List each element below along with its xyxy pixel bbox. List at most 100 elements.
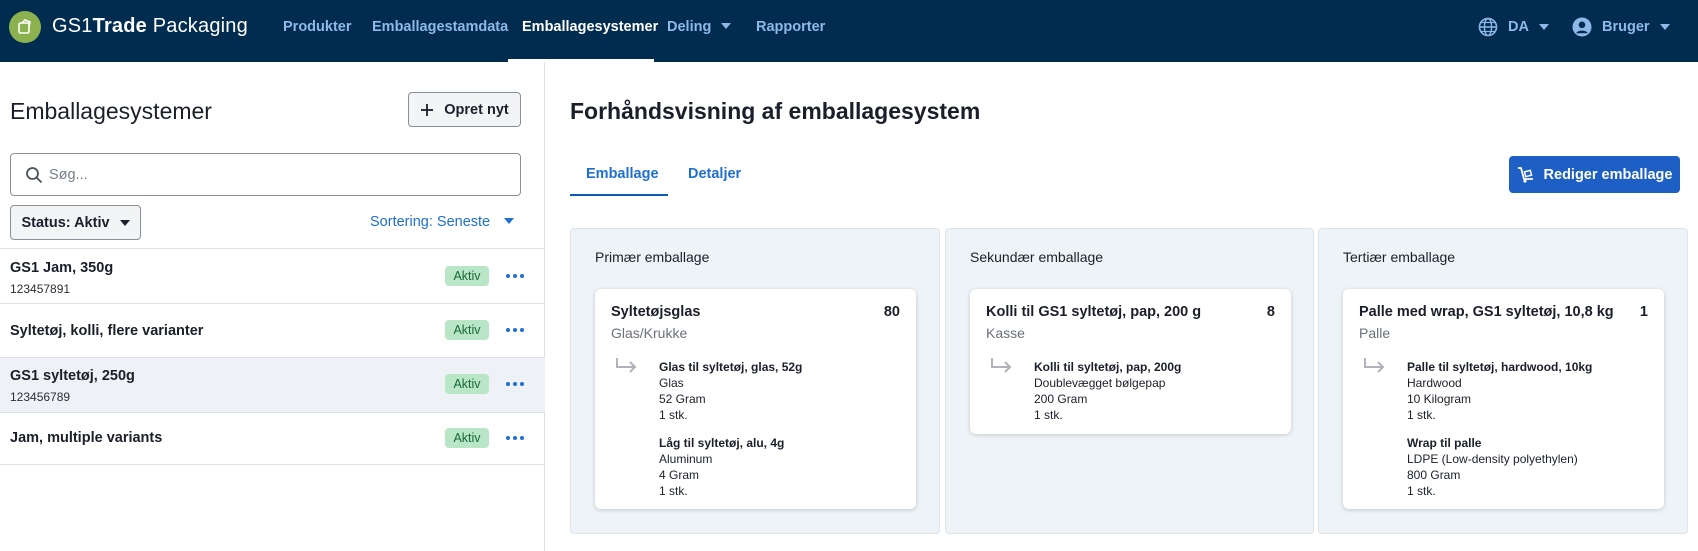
- brand-prefix: GS1: [52, 15, 93, 37]
- card-type: Palle: [1359, 325, 1391, 341]
- chevron-down-icon: [1538, 24, 1549, 30]
- edit-packaging-label: Rediger emballage: [1543, 166, 1673, 183]
- nav-deling[interactable]: Deling: [667, 19, 732, 35]
- card-title: Kolli til GS1 syltetøj, pap, 200 g: [986, 304, 1202, 320]
- active-tab-indicator: [570, 194, 668, 196]
- search-field[interactable]: [10, 153, 521, 196]
- component-weight: 10 Kilogram: [1407, 392, 1472, 406]
- packaging-card[interactable]: Kolli til GS1 syltetøj, pap, 200 g 8 Kas…: [970, 289, 1291, 434]
- globe-icon: [1478, 17, 1498, 37]
- list-divider: [0, 464, 545, 465]
- card-title: Palle med wrap, GS1 syltetøj, 10,8 kg: [1359, 304, 1614, 320]
- user-circle-icon: [1572, 17, 1592, 37]
- component-weight: 800 Gram: [1407, 468, 1461, 482]
- brand-suffix: Packaging: [146, 15, 248, 37]
- column-title: Sekundær emballage: [970, 249, 1104, 265]
- column-title: Tertiær emballage: [1343, 249, 1456, 265]
- packaging-card[interactable]: Syltetøjsglas 80 Glas/Krukke Glas til sy…: [595, 289, 916, 509]
- create-new-label: Opret nyt: [444, 101, 509, 118]
- item-title: Syltetøj, kolli, flere varianter: [10, 323, 204, 339]
- component-item: Wrap til palle LDPE (Low-density polyeth…: [1407, 435, 1578, 499]
- tertiary-packaging-column: Tertiær emballage Palle med wrap, GS1 sy…: [1318, 228, 1688, 534]
- tab-emballage[interactable]: Emballage: [586, 166, 659, 182]
- card-quantity: 8: [1266, 304, 1275, 320]
- ellipsis-icon[interactable]: [506, 266, 524, 286]
- sidebar-title: Emballagesystemer: [10, 98, 212, 124]
- packaging-card[interactable]: Palle med wrap, GS1 syltetøj, 10,8 kg 1 …: [1343, 289, 1664, 509]
- card-quantity: 1: [1639, 304, 1648, 320]
- item-title: GS1 syltetøj, 250g: [10, 368, 135, 384]
- arrow-return-icon: [616, 358, 637, 373]
- brand-bold: Trade: [92, 15, 147, 37]
- arrow-return-icon: [1364, 358, 1385, 373]
- component-material: LDPE (Low-density polyethylen): [1407, 452, 1578, 466]
- component-count: 1 stk.: [659, 484, 688, 498]
- status-badge: Aktiv: [445, 374, 489, 394]
- component-item: Låg til syltetøj, alu, 4g Aluminum 4 Gra…: [659, 435, 784, 499]
- component-name: Palle til syltetøj, hardwood, 10kg: [1407, 360, 1593, 374]
- nav-emballagesystemer[interactable]: Emballagesystemer: [522, 19, 658, 35]
- nav-deling-label: Deling: [667, 19, 712, 35]
- component-material: Aluminum: [659, 452, 713, 466]
- chevron-down-icon: [721, 23, 732, 29]
- language-label: DA: [1508, 19, 1529, 35]
- tab-detaljer[interactable]: Detaljer: [688, 166, 741, 182]
- search-input[interactable]: [49, 154, 509, 195]
- component-name: Kolli til syltetøj, pap, 200g: [1034, 360, 1182, 374]
- component-weight: 200 Gram: [1034, 392, 1088, 406]
- component-material: Glas: [659, 376, 684, 390]
- component-material: Doublevægget bølgepap: [1034, 376, 1166, 390]
- list-item[interactable]: GS1 Jam, 350g 123457891 Aktiv: [0, 249, 545, 303]
- chevron-down-icon: [1659, 24, 1670, 30]
- status-filter-button[interactable]: Status: Aktiv: [10, 205, 141, 240]
- column-title: Primær emballage: [595, 249, 710, 265]
- list-item[interactable]: Jam, multiple variants Aktiv: [0, 413, 545, 467]
- nav-emballagestamdata[interactable]: Emballagestamdata: [372, 19, 508, 35]
- plus-icon: [421, 103, 434, 116]
- top-navigation-bar: GS1Trade Packaging Produkter Emballagest…: [0, 0, 1698, 62]
- list-item[interactable]: GS1 syltetøj, 250g 123456789 Aktiv: [0, 358, 545, 412]
- ellipsis-icon[interactable]: [506, 428, 524, 448]
- component-count: 1 stk.: [1407, 408, 1436, 422]
- component-name: Glas til syltetøj, glas, 52g: [659, 360, 803, 374]
- sort-dropdown[interactable]: Sortering: Seneste: [370, 214, 515, 230]
- secondary-packaging-column: Sekundær emballage Kolli til GS1 syltetø…: [945, 228, 1314, 534]
- nav-rapporter[interactable]: Rapporter: [756, 19, 825, 35]
- component-count: 1 stk.: [659, 408, 688, 422]
- component-material: Hardwood: [1407, 376, 1462, 390]
- primary-packaging-column: Primær emballage Syltetøjsglas 80 Glas/K…: [570, 228, 940, 534]
- sort-label: Sortering: Seneste: [370, 214, 491, 230]
- edit-packaging-button[interactable]: Rediger emballage: [1509, 156, 1680, 193]
- list-item[interactable]: Syltetøj, kolli, flere varianter Aktiv: [0, 304, 545, 358]
- app-brand[interactable]: GS1Trade Packaging: [52, 15, 248, 38]
- leaf-icon: [18, 19, 31, 34]
- status-badge: Aktiv: [445, 320, 489, 340]
- ellipsis-icon[interactable]: [506, 320, 524, 340]
- language-selector[interactable]: DA: [1478, 17, 1549, 37]
- status-badge: Aktiv: [445, 266, 489, 286]
- card-type: Glas/Krukke: [611, 325, 688, 341]
- chevron-down-icon: [504, 218, 515, 224]
- preview-title: Forhåndsvisning af emballagesystem: [570, 98, 981, 124]
- status-badge: Aktiv: [445, 428, 489, 448]
- gs1-logo-icon[interactable]: [9, 11, 41, 43]
- item-title: GS1 Jam, 350g: [10, 260, 114, 276]
- user-menu[interactable]: Bruger: [1572, 17, 1670, 37]
- ellipsis-icon[interactable]: [506, 374, 524, 394]
- status-filter-label: Status: Aktiv: [21, 214, 110, 231]
- component-weight: 52 Gram: [659, 392, 706, 406]
- component-count: 1 stk.: [1407, 484, 1436, 498]
- component-item: Kolli til syltetøj, pap, 200g Doublevægg…: [1034, 359, 1181, 423]
- create-new-button[interactable]: Opret nyt: [408, 92, 521, 127]
- item-gtin: 123457891: [10, 282, 71, 296]
- arrow-return-icon: [991, 358, 1012, 373]
- component-item: Palle til syltetøj, hardwood, 10kg Hardw…: [1407, 359, 1592, 423]
- search-icon: [26, 167, 43, 184]
- item-title: Jam, multiple variants: [10, 430, 163, 446]
- dolly-icon: [1517, 166, 1533, 183]
- item-gtin: 123456789: [10, 390, 71, 404]
- chevron-down-icon: [119, 219, 130, 226]
- nav-produkter[interactable]: Produkter: [283, 19, 352, 35]
- component-item: Glas til syltetøj, glas, 52g Glas 52 Gra…: [659, 359, 802, 423]
- component-weight: 4 Gram: [659, 468, 700, 482]
